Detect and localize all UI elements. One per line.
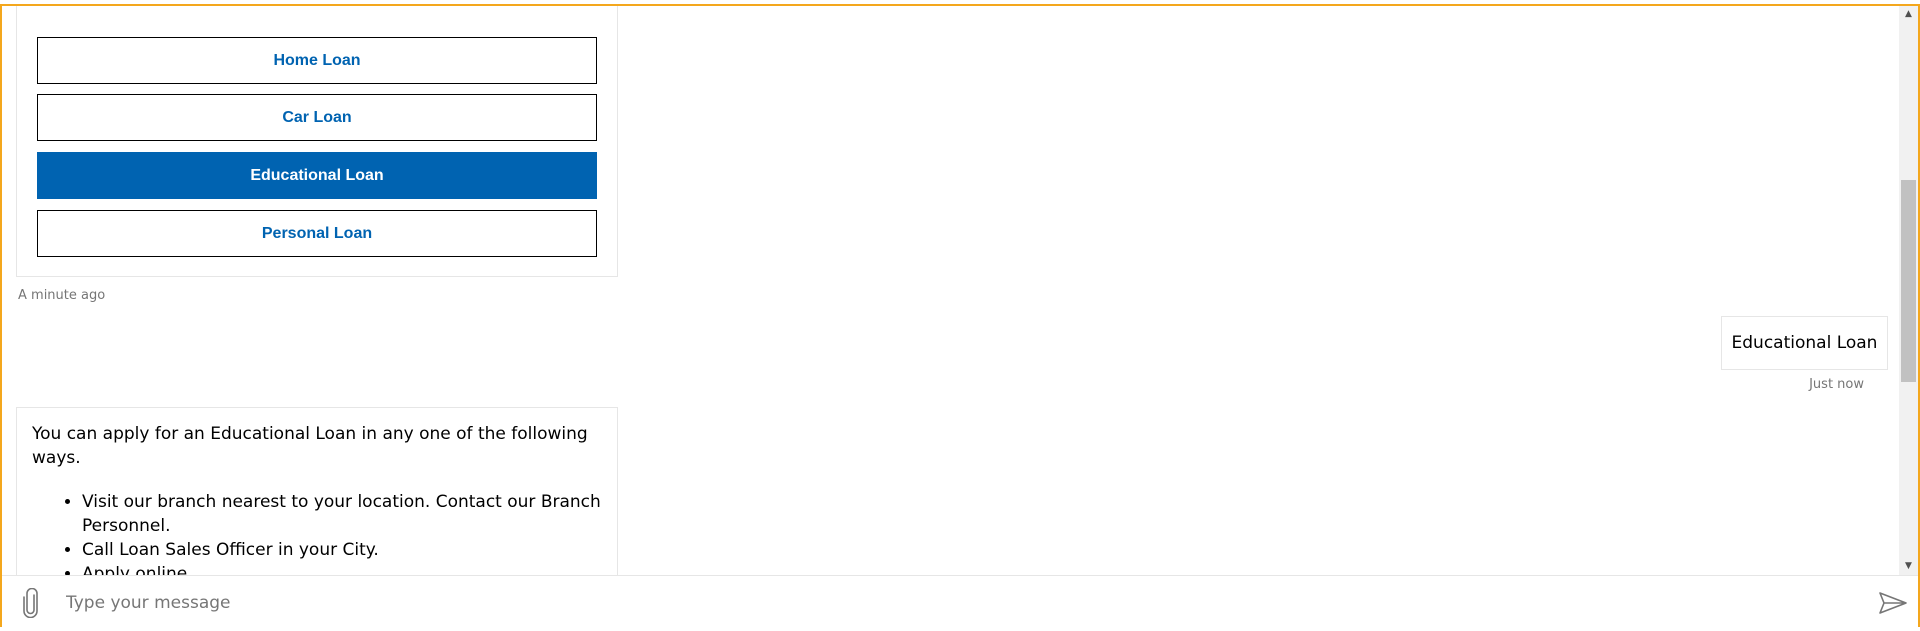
chevron-up-icon[interactable]: ▲ [1899,6,1918,23]
list-item: Apply online [82,562,603,575]
transcript-scrollbar[interactable]: ▲ ▼ [1899,6,1918,575]
send-button[interactable] [1876,588,1910,618]
user-message-timestamp: Just now [1809,377,1864,392]
bot-card-timestamp: A minute ago [18,288,106,303]
attach-button[interactable] [16,586,46,620]
list-item: Visit our branch nearest to your locatio… [82,490,603,538]
list-item: Call Loan Sales Officer in your City. [82,538,603,562]
chat-transcript[interactable]: Home Loan Car Loan Educational Loan Pers… [2,6,1900,575]
bot-reply-intro: You can apply for an Educational Loan in… [32,424,588,468]
message-input[interactable] [66,586,1856,620]
bot-options-card: Home Loan Car Loan Educational Loan Pers… [16,6,618,277]
user-message-bubble: Educational Loan [1721,316,1888,370]
send-icon [1879,592,1907,614]
user-message-text: Educational Loan [1731,333,1878,353]
option-educational-loan-button[interactable]: Educational Loan [37,152,597,199]
option-home-loan-button[interactable]: Home Loan [37,37,597,84]
scrollbar-thumb[interactable] [1901,180,1916,382]
bot-reply-card: You can apply for an Educational Loan in… [16,407,618,575]
bot-reply-list: Visit our branch nearest to your locatio… [32,490,603,575]
chevron-down-icon[interactable]: ▼ [1899,558,1918,575]
option-personal-loan-button[interactable]: Personal Loan [37,210,597,257]
option-car-loan-button[interactable]: Car Loan [37,94,597,141]
paperclip-icon [23,588,38,618]
chat-frame: Home Loan Car Loan Educational Loan Pers… [0,4,1920,629]
message-input-bar [2,575,1918,629]
